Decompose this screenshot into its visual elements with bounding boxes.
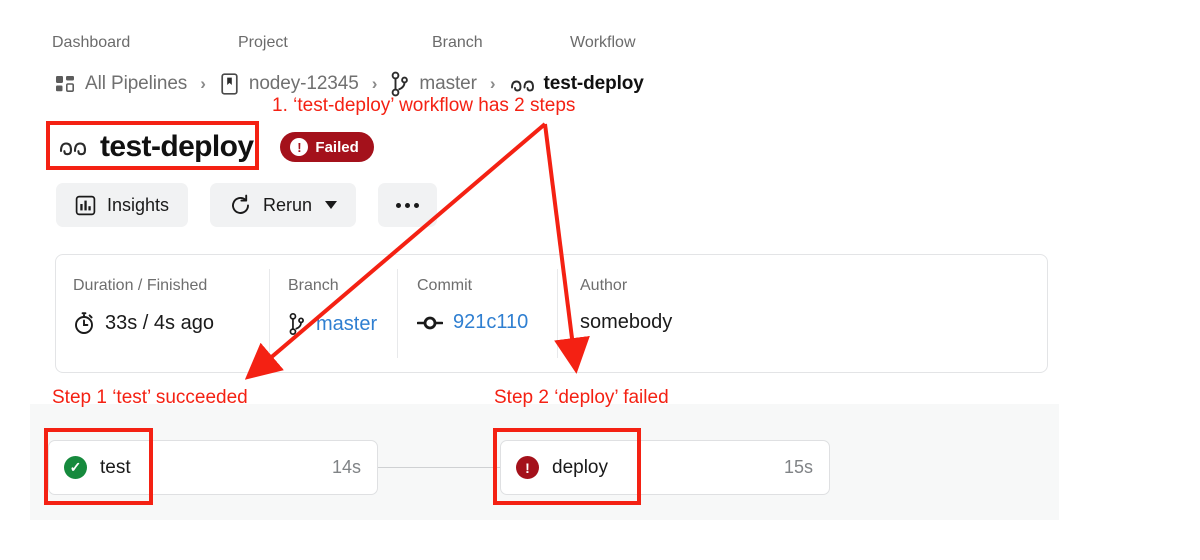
- breadcrumb-item-project[interactable]: nodey-12345: [219, 72, 359, 96]
- info-value-author: somebody: [580, 311, 757, 334]
- workflow-icon: [58, 135, 88, 159]
- info-value-duration: 33s / 4s ago: [73, 311, 269, 335]
- breadcrumb-item-all-pipelines[interactable]: All Pipelines: [54, 73, 187, 95]
- check-circle-icon: ✓: [64, 456, 87, 479]
- workflow-icon: [509, 74, 535, 94]
- annotation-note-3: Step 2 ‘deploy’ failed: [494, 387, 669, 408]
- refresh-icon: [229, 194, 252, 217]
- more-options-button[interactable]: [378, 183, 438, 227]
- step-card-test[interactable]: ✓ test 14s: [48, 440, 378, 495]
- info-key-duration: Duration / Finished: [73, 277, 208, 294]
- breadcrumb-text-branch: master: [419, 73, 477, 94]
- info-cell-branch: Branch master: [269, 255, 397, 372]
- toolbar: Insights Rerun: [56, 183, 438, 227]
- git-branch-icon: [390, 71, 410, 97]
- rerun-button-label: Rerun: [263, 194, 313, 215]
- breadcrumb-separator: ›: [200, 74, 206, 93]
- breadcrumb-label-workflow: Workflow: [570, 34, 636, 51]
- info-card: Duration / Finished 33s / 4s ago Branch: [55, 254, 1048, 373]
- breadcrumb-labels: Dashboard Project Branch Workflow: [52, 34, 752, 58]
- step-name-test: test: [100, 456, 131, 478]
- breadcrumb-text-all-pipelines: All Pipelines: [85, 73, 188, 94]
- git-commit-icon: [417, 315, 443, 331]
- breadcrumb-text-project: nodey-12345: [248, 73, 359, 94]
- info-value-commit: 921c110: [417, 311, 557, 334]
- step-connector-line: [378, 467, 500, 468]
- breadcrumb-label-branch: Branch: [432, 34, 483, 51]
- git-branch-icon: [288, 311, 306, 337]
- rerun-button[interactable]: Rerun: [210, 183, 357, 227]
- insights-button[interactable]: Insights: [56, 183, 189, 227]
- info-link-commit[interactable]: 921c110: [453, 311, 528, 334]
- breadcrumb-label-dashboard: Dashboard: [52, 34, 131, 51]
- info-key-branch: Branch: [288, 277, 339, 294]
- breadcrumb-separator: ›: [371, 74, 378, 93]
- bar-chart-icon: [75, 195, 96, 216]
- page-title: test-deploy: [100, 130, 254, 163]
- breadcrumb-separator: ›: [489, 74, 496, 93]
- step-card-deploy[interactable]: ! deploy 15s: [500, 440, 830, 495]
- status-badge-label: Failed: [315, 138, 359, 156]
- insights-button-label: Insights: [107, 194, 170, 215]
- ellipsis-icon: [396, 202, 420, 208]
- info-link-branch[interactable]: master: [316, 313, 377, 336]
- info-key-author: Author: [580, 277, 628, 294]
- step-name-deploy: deploy: [552, 456, 608, 478]
- info-cell-commit: Commit 921c110: [397, 255, 557, 372]
- page-title-group: test-deploy: [54, 126, 261, 168]
- project-bookmark-icon: [219, 72, 240, 96]
- exclamation-icon: !: [290, 138, 309, 156]
- info-text-author: somebody: [580, 311, 673, 333]
- breadcrumb-item-workflow[interactable]: test-deploy: [509, 73, 644, 95]
- breadcrumb: All Pipelines › nodey-12345 › master › t…: [54, 70, 644, 98]
- annotation-note-2: Step 1 ‘test’ succeeded: [52, 387, 248, 408]
- chevron-down-icon: [325, 201, 338, 209]
- info-key-commit: Commit: [417, 277, 473, 294]
- info-cell-author: Author somebody: [557, 255, 757, 372]
- pipelines-grid-icon: [54, 73, 76, 95]
- annotation-note-1: 1. ‘test-deploy’ workflow has 2 steps: [272, 95, 576, 116]
- info-cell-duration: Duration / Finished 33s / 4s ago: [56, 255, 269, 372]
- exclamation-circle-icon: !: [516, 456, 539, 479]
- step-duration-test: 14s: [331, 457, 361, 477]
- breadcrumb-item-branch[interactable]: master: [390, 71, 477, 97]
- breadcrumb-label-project: Project: [238, 34, 288, 51]
- info-value-branch: master: [288, 311, 397, 337]
- stopwatch-icon: [73, 311, 95, 335]
- page-title-row: test-deploy ! Failed: [54, 126, 374, 168]
- step-duration-deploy: 15s: [783, 457, 813, 477]
- steps-panel: ✓ test 14s ! deploy 15s: [30, 404, 1059, 520]
- breadcrumb-text-workflow: test-deploy: [543, 73, 644, 94]
- info-text-duration: 33s / 4s ago: [105, 311, 214, 334]
- status-badge: ! Failed: [280, 132, 374, 162]
